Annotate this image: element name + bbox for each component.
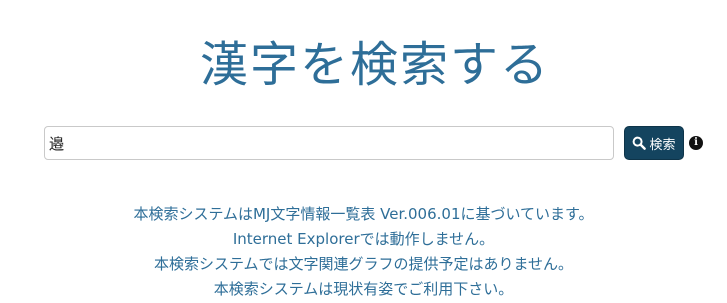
page-title: 漢字を検索する xyxy=(199,37,550,93)
search-input[interactable] xyxy=(44,126,614,160)
info-icon[interactable]: i xyxy=(689,136,703,150)
search-button[interactable]: 検索 xyxy=(624,126,684,160)
note-line: 本検索システムでは文字関連グラフの提供予定はありません。 xyxy=(153,255,574,273)
note-line: 本検索システムは現状有姿でご利用下さい。 xyxy=(213,280,514,298)
notes: 本検索システムはMJ文字情報一覧表 Ver.006.01に基づいています。 In… xyxy=(0,202,727,302)
search-button-label: 検索 xyxy=(649,136,676,152)
search-icon xyxy=(632,136,647,150)
page: 漢字を検索する 検索 i 本検索システムはMJ文字情報一覧表 Ver.006.0… xyxy=(0,0,727,303)
note-line: 本検索システムはMJ文字情報一覧表 Ver.006.01に基づいています。 xyxy=(133,205,594,223)
note-line: Internet Explorerでは動作しません。 xyxy=(232,230,495,248)
